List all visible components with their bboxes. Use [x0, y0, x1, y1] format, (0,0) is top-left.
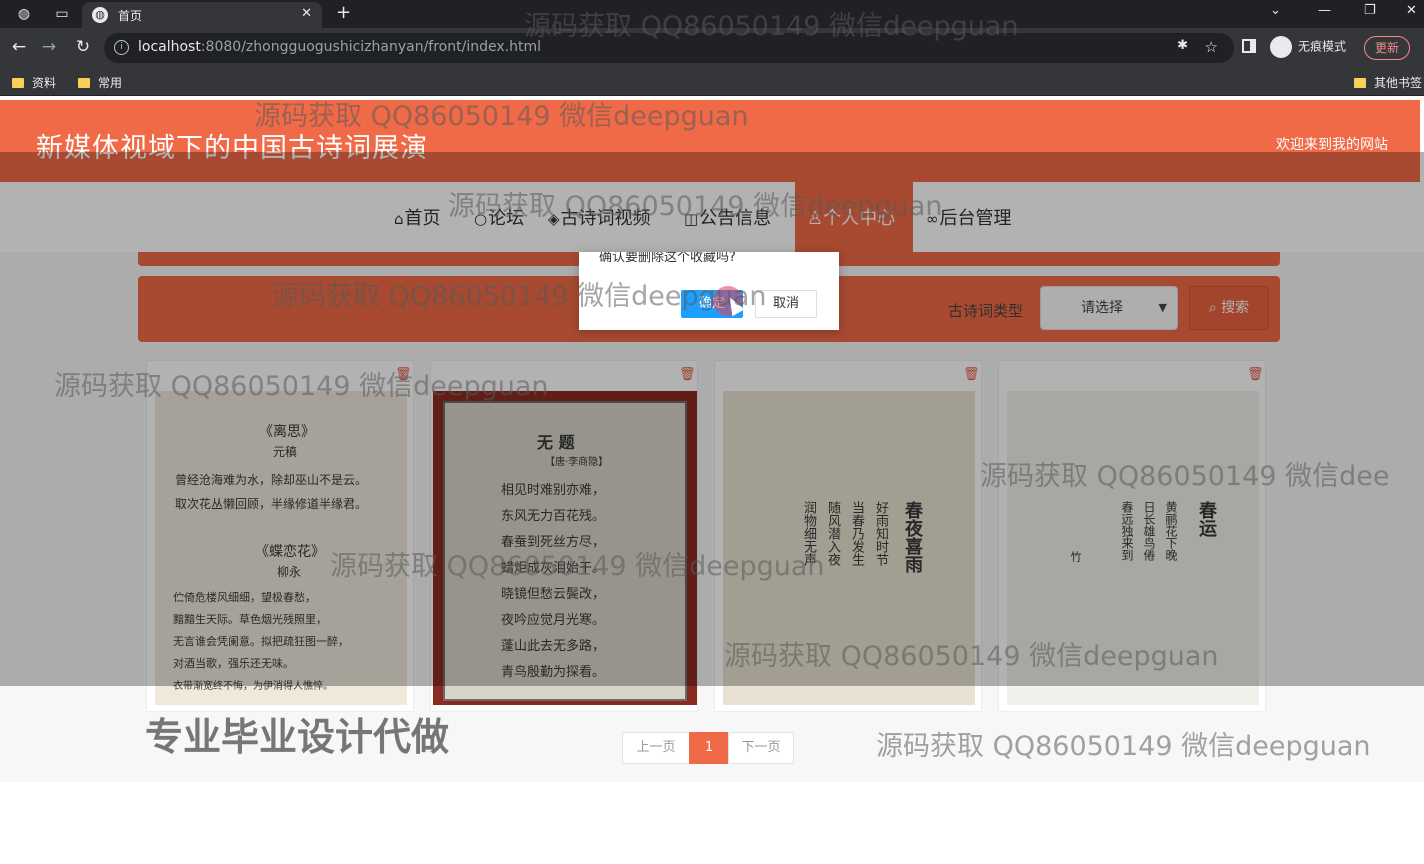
side-panel-icon[interactable] — [1242, 39, 1256, 53]
tab-title: 首页 — [118, 9, 143, 23]
browser-tab-strip: ◍ ▭ ◍ 首页 ✕ + ⌄ — ❐ ✕ — [0, 0, 1424, 28]
folder-icon — [1354, 78, 1366, 88]
chevron-down-icon[interactable]: ⌄ — [1270, 3, 1281, 18]
browser-toolbar: ← → ↻ i localhost:8080/zhongguogushicizh… — [0, 28, 1424, 68]
forward-icon[interactable]: → — [38, 37, 60, 57]
extension-icon[interactable]: ✱ — [1177, 38, 1188, 53]
close-icon[interactable]: ✕ — [301, 6, 312, 21]
address-bar[interactable]: i localhost:8080/zhongguogushicizhanyan/… — [104, 33, 1234, 63]
cancel-button[interactable]: 取消 — [755, 290, 817, 318]
restore-icon[interactable]: ❐ — [1364, 3, 1376, 18]
globe-icon[interactable]: ◍ — [14, 4, 34, 24]
incognito-icon — [1270, 36, 1292, 58]
incognito-badge[interactable]: 无痕模式 — [1270, 36, 1346, 58]
new-tab-button[interactable]: + — [336, 2, 351, 23]
info-icon[interactable]: i — [114, 40, 129, 55]
browser-tab[interactable]: ◍ 首页 ✕ — [82, 2, 322, 28]
dialog-message: 确认要删除这个收藏吗? — [599, 252, 736, 265]
bookmark-folder[interactable]: 资料 — [12, 74, 56, 91]
tab-overview-icon[interactable]: ▭ — [52, 4, 72, 24]
page-1-button[interactable]: 1 — [689, 732, 729, 764]
bookmark-folder[interactable]: 常用 — [78, 74, 122, 91]
service-watermark: 专业毕业设计代做 — [145, 715, 450, 759]
folder-icon — [78, 78, 90, 88]
welcome-text: 欢迎来到我的网站 — [1276, 137, 1388, 153]
modal-overlay[interactable] — [0, 152, 1424, 686]
reload-icon[interactable]: ↻ — [72, 37, 94, 57]
url-text[interactable]: localhost:8080/zhongguogushicizhanyan/fr… — [138, 39, 541, 55]
confirm-dialog: 确认要删除这个收藏吗? 确定 取消 — [579, 252, 839, 330]
folder-icon — [12, 78, 24, 88]
update-button[interactable]: 更新 — [1364, 36, 1411, 60]
globe-icon: ◍ — [92, 7, 108, 23]
prev-page-button[interactable]: 上一页 — [622, 732, 690, 764]
bookmark-folder-other[interactable]: 其他书签 — [1354, 74, 1422, 91]
next-page-button[interactable]: 下一页 — [728, 732, 794, 764]
star-icon[interactable]: ☆ — [1205, 38, 1218, 56]
window-close-icon[interactable]: ✕ — [1406, 3, 1417, 18]
bookmarks-bar: 资料 常用 其他书签 — [0, 68, 1424, 96]
minimize-icon[interactable]: — — [1318, 3, 1331, 18]
back-icon[interactable]: ← — [8, 37, 30, 57]
